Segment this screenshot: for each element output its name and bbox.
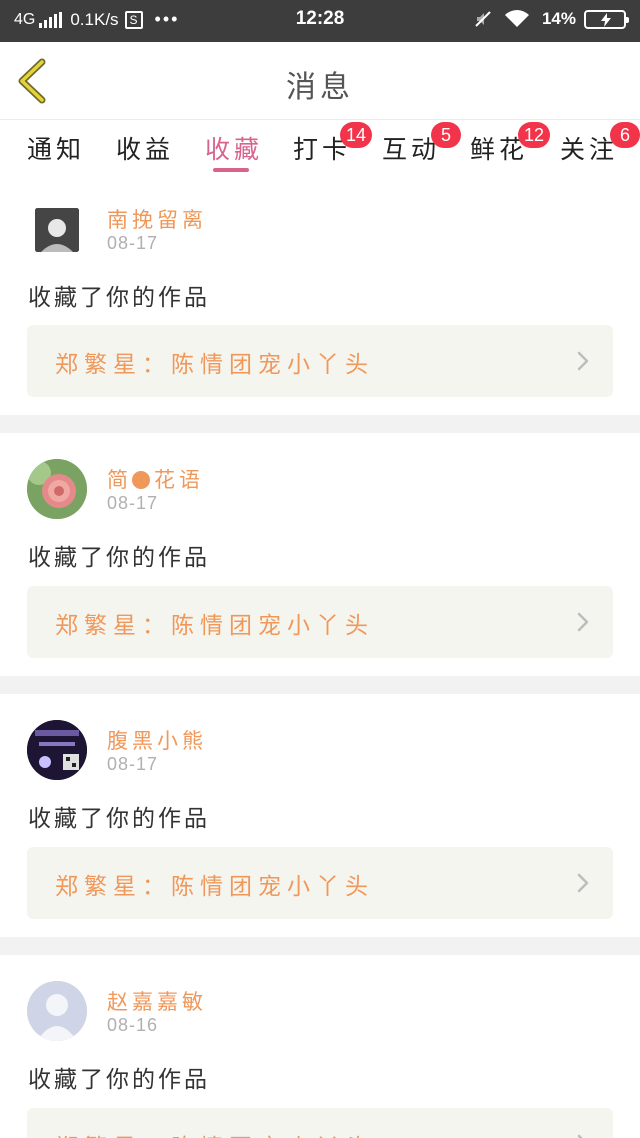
- post-date: 08-17: [107, 233, 159, 253]
- battery-icon: [584, 9, 629, 29]
- work-title: 郑繁星：陈情团宠小丫头: [55, 874, 374, 900]
- battery-percent: 14%: [541, 9, 576, 28]
- tab-interactions[interactable]: 互动 5: [382, 122, 461, 166]
- work-link[interactable]: 郑繁星：陈情团宠小丫头: [27, 586, 613, 658]
- divider: [0, 676, 640, 694]
- user-name[interactable]: 赵嘉嘉敏: [107, 986, 207, 1016]
- chevron-right-icon: [577, 1134, 583, 1138]
- orange-dot-icon: [132, 471, 150, 489]
- divider: [0, 937, 640, 955]
- avatar[interactable]: [27, 720, 87, 780]
- work-link[interactable]: 郑繁星：陈情团宠小丫头: [27, 1108, 613, 1138]
- avatar[interactable]: [27, 981, 87, 1041]
- user-name-part: 花语: [154, 468, 204, 492]
- follows-badge: 6: [610, 122, 640, 148]
- chevron-right-icon: [577, 873, 589, 893]
- action-text: 收藏了你的作品: [28, 285, 210, 311]
- status-bar: 4G 0.1K/s S ••• 12:28 14%: [0, 0, 640, 42]
- avatar[interactable]: [27, 200, 87, 260]
- feed-item: 南挽留离 08-17 收藏了你的作品 郑繁星：陈情团宠小丫头: [0, 180, 640, 415]
- post-date: 08-17: [107, 754, 159, 774]
- flowers-badge: 12: [518, 122, 551, 148]
- user-name-part: 简: [107, 468, 132, 492]
- tab-notifications[interactable]: 通知: [27, 130, 85, 166]
- active-tab-indicator: [213, 168, 249, 172]
- tab-follows[interactable]: 关注 6: [560, 122, 640, 166]
- tab-checkin[interactable]: 打卡 14: [293, 122, 373, 166]
- action-text: 收藏了你的作品: [28, 545, 210, 571]
- action-text: 收藏了你的作品: [28, 806, 210, 832]
- action-text: 收藏了你的作品: [28, 1067, 210, 1093]
- feed-item: 简花语 08-17 收藏了你的作品 郑繁星：陈情团宠小丫头: [0, 433, 640, 676]
- app-header: 消息: [0, 42, 640, 120]
- post-date: 08-16: [107, 1015, 159, 1035]
- feed-item: 腹黑小熊 08-17 收藏了你的作品 郑繁星：陈情团宠小丫头: [0, 694, 640, 937]
- tab-favorites[interactable]: 收藏: [205, 130, 263, 166]
- tab-label: 收藏: [205, 135, 264, 164]
- user-name[interactable]: 南挽留离: [107, 204, 207, 234]
- work-title: 郑繁星：陈情团宠小丫头: [55, 352, 374, 378]
- status-right: 14%: [474, 9, 629, 29]
- work-title: 郑繁星：陈情团宠小丫头: [55, 1128, 374, 1138]
- tab-label: 收益: [116, 135, 175, 164]
- post-date: 08-17: [107, 493, 159, 513]
- work-title: 郑繁星：陈情团宠小丫头: [55, 613, 374, 639]
- work-link[interactable]: 郑繁星：陈情团宠小丫头: [27, 847, 613, 919]
- tab-earnings[interactable]: 收益: [116, 130, 174, 166]
- work-link[interactable]: 郑繁星：陈情团宠小丫头: [27, 325, 613, 397]
- page-title: 消息: [286, 70, 354, 105]
- avatar[interactable]: [27, 459, 87, 519]
- tab-label: 通知: [27, 135, 86, 164]
- feed-item: 赵嘉嘉敏 08-16 收藏了你的作品 郑繁星：陈情团宠小丫头: [0, 955, 640, 1138]
- chevron-right-icon: [577, 351, 589, 371]
- wifi-icon: [504, 9, 530, 29]
- tab-flowers[interactable]: 鲜花 12: [470, 122, 551, 166]
- tab-label: 关注: [560, 135, 619, 164]
- user-name[interactable]: 腹黑小熊: [107, 725, 207, 755]
- interactions-badge: 5: [431, 122, 461, 148]
- user-name[interactable]: 简花语: [107, 464, 204, 494]
- chevron-right-icon: [577, 612, 589, 632]
- tab-bar: 通知 收益 收藏 打卡 14 互动 5 鲜花 12 关注 6: [0, 120, 640, 178]
- checkin-badge: 14: [340, 122, 373, 148]
- divider: [0, 415, 640, 433]
- mute-icon: [474, 10, 492, 28]
